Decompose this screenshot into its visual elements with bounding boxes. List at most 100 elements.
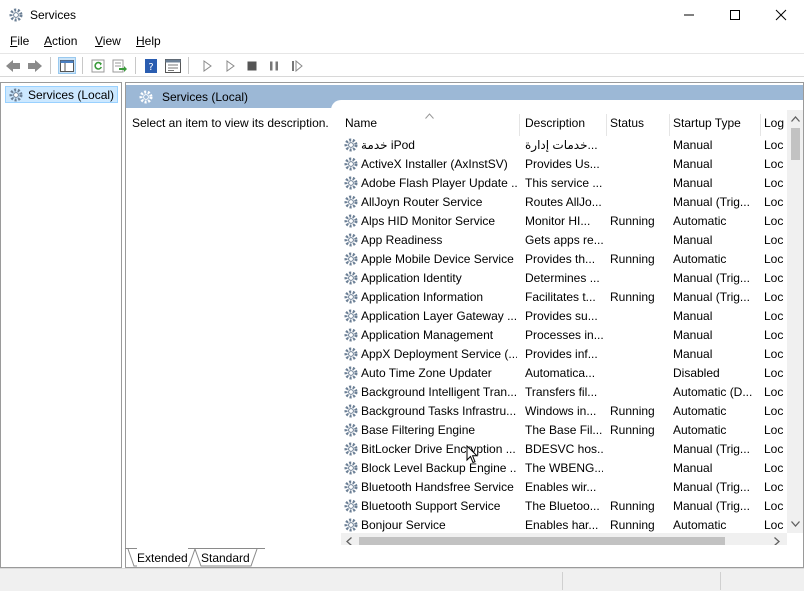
menu-help[interactable]: Help	[136, 34, 161, 48]
service-row[interactable]: Adobe Flash Player Update ... This servic…	[341, 174, 786, 193]
service-gear-icon	[343, 365, 359, 384]
minimize-button[interactable]	[666, 0, 712, 30]
start-service-alt-button[interactable]	[221, 57, 239, 74]
service-startup-type: Manual (Trig...	[673, 290, 750, 304]
service-startup-type: Manual (Trig...	[673, 480, 750, 494]
scroll-left-arrow-icon[interactable]	[343, 535, 355, 545]
scroll-right-arrow-icon[interactable]	[771, 535, 783, 545]
minimize-icon	[684, 14, 694, 16]
start-service-button[interactable]	[198, 57, 216, 74]
service-startup-type: Automatic	[673, 404, 727, 418]
service-log-on-as: Loc	[764, 195, 784, 209]
service-description: The WBENG...	[525, 461, 603, 475]
window-title: Services	[30, 8, 77, 22]
service-row[interactable]: Alps HID Monitor Service Monitor HI... Run…	[341, 212, 786, 231]
vertical-scrollbar[interactable]	[787, 110, 803, 533]
stop-service-button[interactable]	[243, 57, 261, 74]
service-row[interactable]: Application Layer Gateway ... Provides su…	[341, 307, 786, 326]
service-description: Gets apps re...	[525, 233, 603, 247]
service-name: Application Layer Gateway ...	[361, 309, 517, 323]
services-list[interactable]: Name Description Status Startup Type Log…	[341, 108, 803, 545]
forward-button[interactable]	[26, 57, 44, 74]
service-row[interactable]: Apple Mobile Device Service Provides th..…	[341, 250, 786, 269]
service-status: Running	[610, 404, 655, 418]
service-row[interactable]: Bluetooth Support Service The Bluetoo... R…	[341, 497, 786, 516]
service-name: Auto Time Zone Updater	[361, 366, 492, 380]
column-header-log-on-as[interactable]: Log	[760, 116, 787, 136]
service-row[interactable]: AppX Deployment Service (... Provides inf…	[341, 345, 786, 364]
tab-standard[interactable]: Standard	[201, 548, 250, 567]
service-description: Provides th...	[525, 252, 596, 266]
column-divider[interactable]	[519, 114, 520, 136]
service-log-on-as: Loc	[764, 271, 784, 285]
service-description: The Bluetoo...	[525, 499, 600, 513]
column-header-status[interactable]: Status	[606, 116, 669, 136]
horizontal-scrollbar[interactable]	[341, 533, 787, 545]
service-startup-type: Manual	[673, 347, 713, 361]
pane-header-title: Services (Local)	[162, 90, 249, 104]
service-row[interactable]: Application Identity Determines ... Manual…	[341, 269, 786, 288]
service-log-on-as: Loc	[764, 138, 784, 152]
service-gear-icon	[343, 175, 359, 194]
service-row[interactable]: Base Filtering Engine The Base Fil... Runn…	[341, 421, 786, 440]
help-button[interactable]: ?	[142, 57, 160, 74]
pause-service-button[interactable]	[265, 57, 283, 74]
service-row[interactable]: Application Management Processes in... Man…	[341, 326, 786, 345]
properties-button[interactable]	[164, 57, 182, 74]
service-row[interactable]: BitLocker Drive Encryption ... BDESVC hos…	[341, 440, 786, 459]
service-gear-icon	[343, 194, 359, 213]
service-log-on-as: Loc	[764, 518, 784, 532]
service-row[interactable]: Auto Time Zone Updater Automatica... Disab…	[341, 364, 786, 383]
vertical-scroll-thumb[interactable]	[791, 128, 800, 160]
service-startup-type: Automatic	[673, 252, 727, 266]
column-header-name[interactable]: Name	[341, 116, 519, 136]
toolbar-separator	[188, 57, 189, 74]
service-log-on-as: Loc	[764, 328, 784, 342]
restart-service-button[interactable]	[288, 57, 306, 74]
service-row[interactable]: Application Information Facilitates t... R…	[341, 288, 786, 307]
service-row[interactable]: Background Tasks Infrastru... Windows in.…	[341, 402, 786, 421]
service-startup-type: Manual (Trig...	[673, 442, 750, 456]
export-list-button[interactable]	[111, 57, 129, 74]
service-name: Application Information	[361, 290, 484, 304]
column-header-description[interactable]: Description	[521, 116, 606, 136]
horizontal-scroll-thumb[interactable]	[359, 537, 725, 545]
service-row[interactable]: خدمة iPod خدمات إدارة... Manual Loc	[341, 136, 786, 155]
show-hide-console-tree-button[interactable]	[58, 57, 76, 74]
service-name: Apple Mobile Device Service	[361, 252, 514, 266]
service-description: This service ...	[525, 176, 603, 190]
maximize-button[interactable]	[712, 0, 758, 30]
service-gear-icon	[343, 156, 359, 175]
service-log-on-as: Loc	[764, 157, 784, 171]
column-header-startup-type[interactable]: Startup Type	[669, 116, 760, 136]
scroll-up-arrow-icon[interactable]	[789, 113, 801, 125]
back-button[interactable]	[4, 57, 22, 74]
service-name: Bonjour Service	[361, 518, 446, 532]
menu-view[interactable]: View	[95, 34, 121, 48]
service-name: Bluetooth Support Service	[361, 499, 501, 513]
service-description: Provides Us...	[525, 157, 600, 171]
service-log-on-as: Loc	[764, 480, 784, 494]
service-row[interactable]: Bluetooth Handsfree Service Enables wir..…	[341, 478, 786, 497]
service-description: The Base Fil...	[525, 423, 603, 437]
service-status: Running	[610, 252, 655, 266]
refresh-button[interactable]	[89, 57, 107, 74]
mouse-cursor	[466, 444, 479, 467]
tab-extended[interactable]: Extended	[137, 548, 188, 567]
menu-file[interactable]: File	[10, 34, 29, 48]
scroll-down-arrow-icon[interactable]	[789, 518, 801, 530]
service-row[interactable]: Block Level Backup Engine ... The WBENG..…	[341, 459, 786, 478]
service-log-on-as: Loc	[764, 499, 784, 513]
service-name: Base Filtering Engine	[361, 423, 476, 437]
service-startup-type: Automatic	[673, 214, 727, 228]
menu-action[interactable]: Action	[44, 34, 77, 48]
service-log-on-as: Loc	[764, 252, 784, 266]
service-log-on-as: Loc	[764, 442, 784, 456]
close-button[interactable]	[758, 0, 804, 30]
service-log-on-as: Loc	[764, 385, 784, 399]
service-row[interactable]: ActiveX Installer (AxInstSV) Provides Us.…	[341, 155, 786, 174]
tree-item-services-local[interactable]: Services (Local)	[5, 86, 119, 103]
service-row[interactable]: AllJoyn Router Service Routes AllJo... Man…	[341, 193, 786, 212]
service-row[interactable]: Background Intelligent Tran... Transfers …	[341, 383, 786, 402]
service-row[interactable]: App Readiness Gets apps re... Manual Loc	[341, 231, 786, 250]
